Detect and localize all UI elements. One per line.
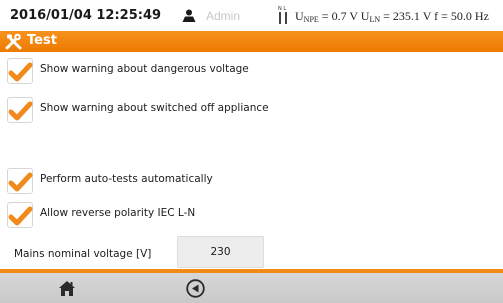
option-reverse-polarity[interactable]: Allow reverse polarity IEC L-N — [0, 198, 503, 228]
option-label: Perform auto-tests automatically — [40, 173, 213, 185]
option-dangerous-voltage[interactable]: Show warning about dangerous voltage — [0, 54, 503, 84]
checkbox[interactable] — [7, 58, 33, 84]
home-icon[interactable] — [58, 280, 76, 297]
svg-text:N L: N L — [278, 6, 286, 12]
option-label: Allow reverse polarity IEC L-N — [40, 207, 196, 219]
title-bar: Test — [0, 31, 503, 52]
check-icon — [8, 62, 33, 82]
status-bar: 2016/01/04 12:25:49 Admin N L UNPE = 0.7… — [0, 0, 503, 31]
option-switched-off-appliance[interactable]: Show warning about switched off applianc… — [0, 93, 503, 123]
option-label: Show warning about switched off applianc… — [40, 102, 269, 114]
plug-icon: N L — [278, 6, 287, 24]
mains-voltage-label: Mains nominal voltage [V] — [14, 248, 152, 260]
option-auto-tests[interactable]: Perform auto-tests automatically — [0, 164, 503, 194]
check-icon — [8, 101, 33, 121]
user-icon — [182, 9, 196, 22]
measurement-readout: UNPE = 0.7 V ULN = 235.1 V f = 50.0 Hz — [295, 9, 489, 24]
datetime: 2016/01/04 12:25:49 — [10, 8, 162, 23]
checkbox[interactable] — [7, 202, 33, 228]
check-icon — [8, 172, 33, 192]
page-title: Test — [27, 33, 57, 48]
tools-icon — [5, 33, 22, 50]
checkbox[interactable] — [7, 168, 33, 194]
mains-voltage-field[interactable]: 230 — [177, 236, 264, 268]
back-icon[interactable] — [186, 279, 205, 298]
checkbox[interactable] — [7, 97, 33, 123]
option-label: Show warning about dangerous voltage — [40, 63, 249, 75]
user-name: Admin — [206, 9, 241, 23]
check-icon — [8, 206, 33, 226]
